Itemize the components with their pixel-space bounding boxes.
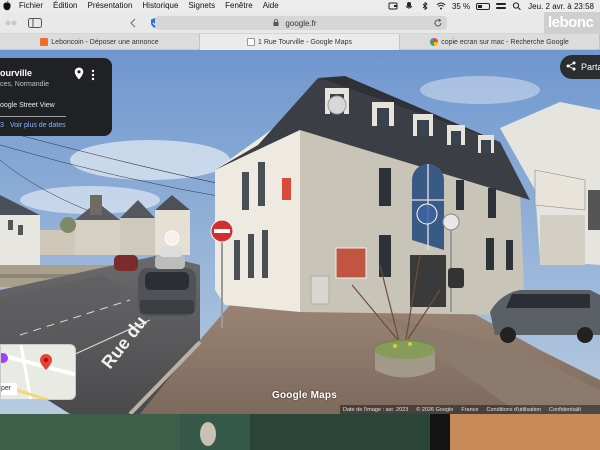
wallet-icon[interactable] (388, 2, 398, 10)
menu-aide[interactable]: Aide (258, 0, 284, 12)
tab-google-search[interactable]: copie ecran sur mac - Recherche Google (400, 34, 600, 50)
tab-label: 1 Rue Tourville - Google Maps (257, 38, 353, 46)
background-window-logo: lebonc (544, 12, 600, 34)
card-divider (0, 116, 66, 117)
bluetooth-icon[interactable] (420, 1, 430, 11)
background-window-strip (0, 414, 600, 450)
menu-historique[interactable]: Historique (137, 0, 183, 12)
traffic-lights[interactable] (4, 16, 22, 30)
menu-fichier[interactable]: Fichier (14, 0, 48, 12)
tab-bar: Leboncoin - Déposer une annonce 1 Rue To… (0, 34, 600, 50)
copyright: © 2026 Google (416, 406, 454, 413)
share-label: Parta (581, 62, 600, 72)
minimap-button[interactable]: per (1, 383, 17, 395)
attribution-bar: Date de l'image : avr. 2023 © 2026 Googl… (340, 405, 600, 414)
street-view-panorama[interactable]: Rue du ourville ces, Normandie oogle Str… (0, 50, 600, 414)
see-more-dates-link[interactable]: Voir plus de dates (10, 122, 66, 129)
menu-edition[interactable]: Édition (48, 0, 82, 12)
tab-label: Leboncoin - Déposer une annonce (51, 38, 159, 46)
menu-presentation[interactable]: Présentation (82, 0, 137, 12)
minimap-pin-icon (39, 353, 53, 376)
google-maps-logo: Google Maps (272, 390, 337, 401)
capture-date: 3 (0, 122, 4, 129)
reload-icon[interactable] (433, 18, 443, 28)
tab-leboncoin[interactable]: Leboncoin - Déposer une annonce (0, 34, 200, 50)
share-button[interactable]: Parta (560, 55, 600, 79)
menu-clock[interactable]: Jeu. 2 avr. à 23:58 (528, 2, 594, 11)
status-area: 35 % Jeu. 2 avr. à 23:58 (388, 2, 600, 11)
lock-icon (273, 19, 279, 26)
apple-icon[interactable] (0, 0, 14, 12)
map-pin-icon[interactable] (74, 67, 84, 80)
wifi-icon[interactable] (436, 2, 446, 10)
control-center-icon[interactable] (496, 2, 507, 10)
more-options-icon[interactable] (90, 68, 96, 81)
menu-fenetre[interactable]: Fenêtre (220, 0, 258, 12)
menu-signets[interactable]: Signets (183, 0, 220, 12)
url-text: google.fr (285, 18, 317, 28)
background-photo (0, 414, 600, 450)
place-title: ourville (0, 68, 33, 78)
street-view-label: oogle Street View (0, 102, 55, 109)
battery-icon[interactable] (476, 2, 491, 10)
google-maps-favicon-icon (246, 38, 255, 46)
browser-toolbar: google.fr lebonc (0, 12, 600, 34)
terms-link[interactable]: Conditions d'utilisation (486, 407, 541, 413)
place-subtitle: ces, Normandie (0, 81, 50, 88)
minimap[interactable]: per (0, 344, 76, 400)
image-date: Date de l'image : avr. 2023 (343, 406, 409, 413)
address-bar[interactable]: google.fr (155, 16, 447, 30)
share-icon (566, 61, 576, 73)
location-info-card: ourville ces, Normandie oogle Street Vie… (0, 58, 112, 136)
menu-bar: Fichier Édition Présentation Historique … (0, 0, 600, 12)
google-favicon-icon (430, 38, 439, 46)
sidebar-toggle-icon[interactable] (26, 16, 44, 30)
spotlight-icon[interactable] (512, 2, 522, 11)
tab-google-maps[interactable]: 1 Rue Tourville - Google Maps (200, 34, 400, 50)
region-link[interactable]: France (461, 407, 478, 413)
mic-icon[interactable] (404, 2, 414, 10)
privacy-link[interactable]: Confidentialit (549, 407, 581, 413)
battery-percent: 35 % (451, 1, 471, 11)
back-icon[interactable] (124, 16, 142, 30)
leboncoin-favicon-icon (40, 38, 49, 46)
tab-label: copie ecran sur mac - Recherche Google (441, 38, 569, 46)
